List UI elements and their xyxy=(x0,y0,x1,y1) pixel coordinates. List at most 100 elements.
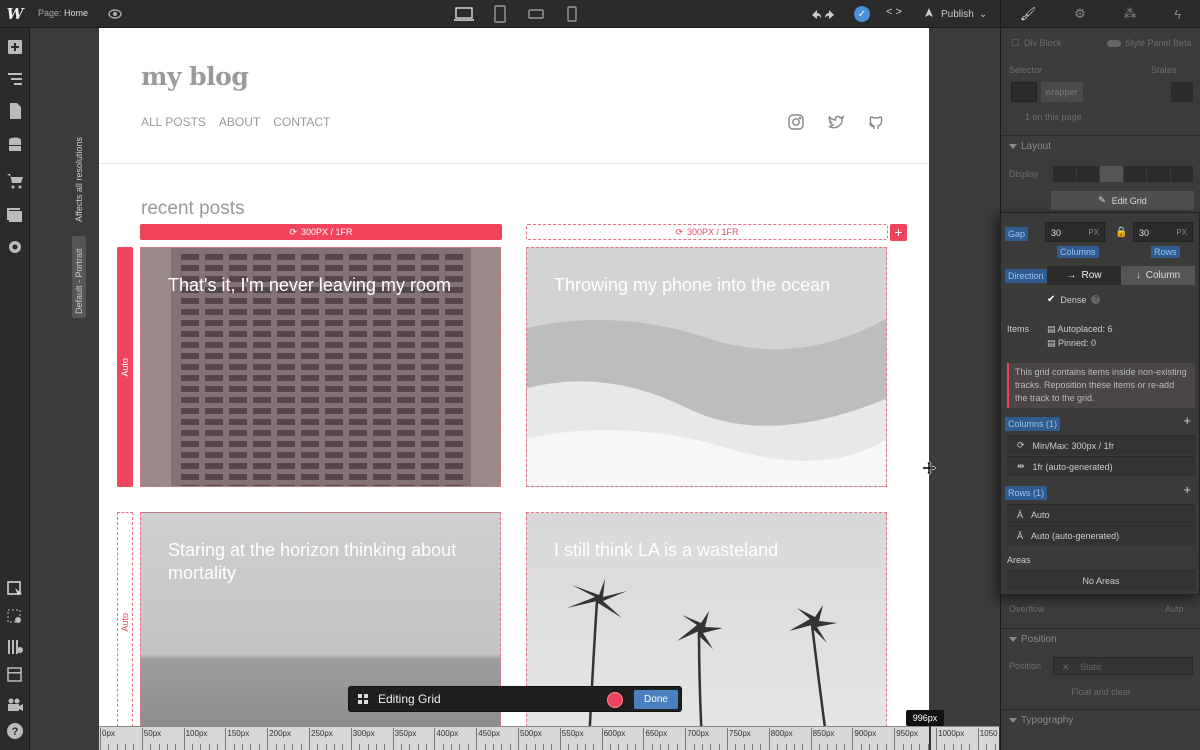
display-flex-icon[interactable] xyxy=(1076,166,1099,182)
help-question-icon[interactable]: ? xyxy=(6,722,24,740)
no-areas-box[interactable]: No Areas xyxy=(1007,570,1195,590)
settings-gear-icon[interactable]: ⚙ xyxy=(1074,6,1086,22)
post-title[interactable]: Throwing my phone into the ocean xyxy=(554,274,866,297)
style-brush-icon[interactable]: 🖌 xyxy=(1020,6,1037,22)
pages-icon[interactable] xyxy=(6,102,24,120)
affects-all-resolutions-tab[interactable]: Affects all resolutions xyxy=(72,130,86,226)
states-dropdown[interactable]: States xyxy=(1151,65,1177,75)
fr-icon: ⇹ xyxy=(1017,461,1025,471)
layout-preview-icon[interactable] xyxy=(6,666,24,684)
add-row-icon[interactable]: + xyxy=(1183,482,1191,497)
webflow-logo[interactable]: W xyxy=(0,0,30,28)
display-none-icon[interactable] xyxy=(1170,166,1193,182)
nav-all-posts[interactable]: ALL POSTS xyxy=(141,115,206,129)
direction-column-button[interactable]: ↓ Column xyxy=(1121,266,1195,285)
select-element-icon[interactable] xyxy=(6,580,24,598)
video-tutorials-icon[interactable] xyxy=(6,696,24,714)
position-section-header[interactable]: Position xyxy=(1001,628,1200,650)
rows-heading[interactable]: Rows (1) xyxy=(1005,486,1048,500)
add-column-icon[interactable]: + xyxy=(1183,413,1191,428)
typography-section-header[interactable]: Typography xyxy=(1001,709,1200,731)
navigator-icon[interactable] xyxy=(6,70,24,88)
record-indicator[interactable] xyxy=(607,692,623,708)
ruler-resize-handle[interactable] xyxy=(929,726,931,750)
publish-button[interactable]: Publish ⌄ xyxy=(922,0,987,28)
ruler-tick xyxy=(810,728,812,750)
guides-icon[interactable] xyxy=(6,638,24,656)
done-button[interactable]: Done xyxy=(634,690,678,709)
gap-rows-input[interactable]: 30 PX xyxy=(1133,222,1193,242)
ruler-tick xyxy=(693,744,695,750)
grid-row-bar-2[interactable]: Auto xyxy=(117,512,133,726)
default-portrait-tab[interactable]: Default - Portrait xyxy=(72,236,86,318)
code-export-icon[interactable]: < > xyxy=(886,6,902,18)
display-inline-icon[interactable] xyxy=(1147,166,1170,182)
layout-section-header[interactable]: Layout xyxy=(1001,135,1200,157)
interactions-drops-icon[interactable]: ⁂ xyxy=(1124,6,1137,22)
cms-database-icon[interactable] xyxy=(6,136,24,154)
float-clear-toggle[interactable]: Float and clear xyxy=(1001,687,1200,699)
settings-gear-icon[interactable] xyxy=(6,238,24,256)
grid-row-bar-1[interactable]: Auto xyxy=(117,247,133,487)
display-grid-icon[interactable] xyxy=(1100,166,1123,182)
github-icon[interactable] xyxy=(867,113,885,131)
display-inline-block-icon[interactable] xyxy=(1123,166,1146,182)
edit-grid-button[interactable]: ✎ Edit Grid xyxy=(1051,191,1194,210)
post-card[interactable]: Throwing my phone into the ocean xyxy=(526,247,887,487)
undo-redo-icon[interactable] xyxy=(808,6,838,22)
building-window xyxy=(301,485,319,486)
columns-heading[interactable]: Columns (1) xyxy=(1005,417,1061,431)
ruler-tick xyxy=(125,744,127,750)
post-card[interactable]: That's it, I'm never leaving my room xyxy=(140,247,501,487)
help-icon[interactable]: ? xyxy=(1091,295,1101,304)
style-panel-toggle[interactable] xyxy=(1107,40,1121,47)
post-title[interactable]: That's it, I'm never leaving my room xyxy=(168,274,480,297)
direction-row-button[interactable]: → Row xyxy=(1047,266,1121,285)
gap-columns-input[interactable]: 30 PX xyxy=(1045,222,1105,242)
add-element-icon[interactable] xyxy=(6,38,24,56)
width-ruler[interactable]: 0px 50px 100px 150px 200px 250px 300px 350px 400… xyxy=(99,726,999,750)
building-window xyxy=(421,474,439,480)
building-window xyxy=(277,309,295,315)
desktop-view-icon[interactable] xyxy=(452,4,476,24)
selector-class-tag[interactable]: wrapper xyxy=(1041,82,1083,102)
dense-checkbox[interactable]: ✔ Dense ? xyxy=(1047,294,1101,305)
row-track-item[interactable]: Ā Auto xyxy=(1007,504,1195,524)
post-title[interactable]: Staring at the horizon thinking about mo… xyxy=(168,539,480,585)
lightning-icon[interactable]: ϟ xyxy=(1174,7,1181,22)
building-window xyxy=(397,419,415,425)
selector-menu-icon[interactable] xyxy=(1171,82,1193,102)
ruler-label: 100px xyxy=(185,729,208,738)
add-column-button[interactable]: + xyxy=(890,224,907,241)
selector-style-icon[interactable] xyxy=(1011,82,1037,102)
display-block-icon[interactable] xyxy=(1053,166,1076,182)
column-track-item[interactable]: ⇹ 1fr (auto-generated) xyxy=(1007,456,1195,476)
instagram-icon[interactable] xyxy=(787,113,805,131)
ecommerce-cart-icon[interactable] xyxy=(6,172,24,190)
rocket-icon xyxy=(925,8,933,17)
grid-column-bar-2[interactable]: ⟳ 300PX / 1FR xyxy=(526,224,888,240)
position-select[interactable]: ✕ Static xyxy=(1053,657,1193,675)
audit-check-icon[interactable]: ✓ xyxy=(854,6,870,22)
mobile-landscape-icon[interactable] xyxy=(524,4,548,24)
building-window xyxy=(349,320,367,326)
overflow-auto-option[interactable]: Auto xyxy=(1165,604,1184,614)
preview-eye-icon[interactable] xyxy=(107,6,123,22)
mobile-portrait-icon[interactable] xyxy=(560,4,584,24)
post-title[interactable]: I still think LA is a wasteland xyxy=(554,539,866,562)
assets-images-icon[interactable] xyxy=(6,206,24,224)
row-track-item[interactable]: Ā Auto (auto-generated) xyxy=(1007,525,1195,545)
twitter-icon[interactable] xyxy=(827,113,845,131)
nav-contact[interactable]: CONTACT xyxy=(273,115,330,129)
page-selector[interactable]: Page: Home xyxy=(38,8,88,18)
blog-title[interactable]: my blog xyxy=(141,62,249,91)
tablet-view-icon[interactable] xyxy=(488,4,512,24)
design-canvas[interactable]: my blog ALL POSTS ABOUT CONTACT recent p… xyxy=(99,28,929,726)
preview-toggle-icon[interactable] xyxy=(6,608,24,626)
building-window xyxy=(445,474,463,480)
column-track-item[interactable]: ⟳ Min/Max: 300px / 1fr xyxy=(1007,435,1195,455)
grid-column-bar-1[interactable]: ⟳ 300PX / 1FR xyxy=(140,224,502,240)
lock-icon[interactable]: 🔒 xyxy=(1115,227,1127,238)
recent-posts-heading[interactable]: recent posts xyxy=(141,198,245,220)
nav-about[interactable]: ABOUT xyxy=(219,115,260,129)
